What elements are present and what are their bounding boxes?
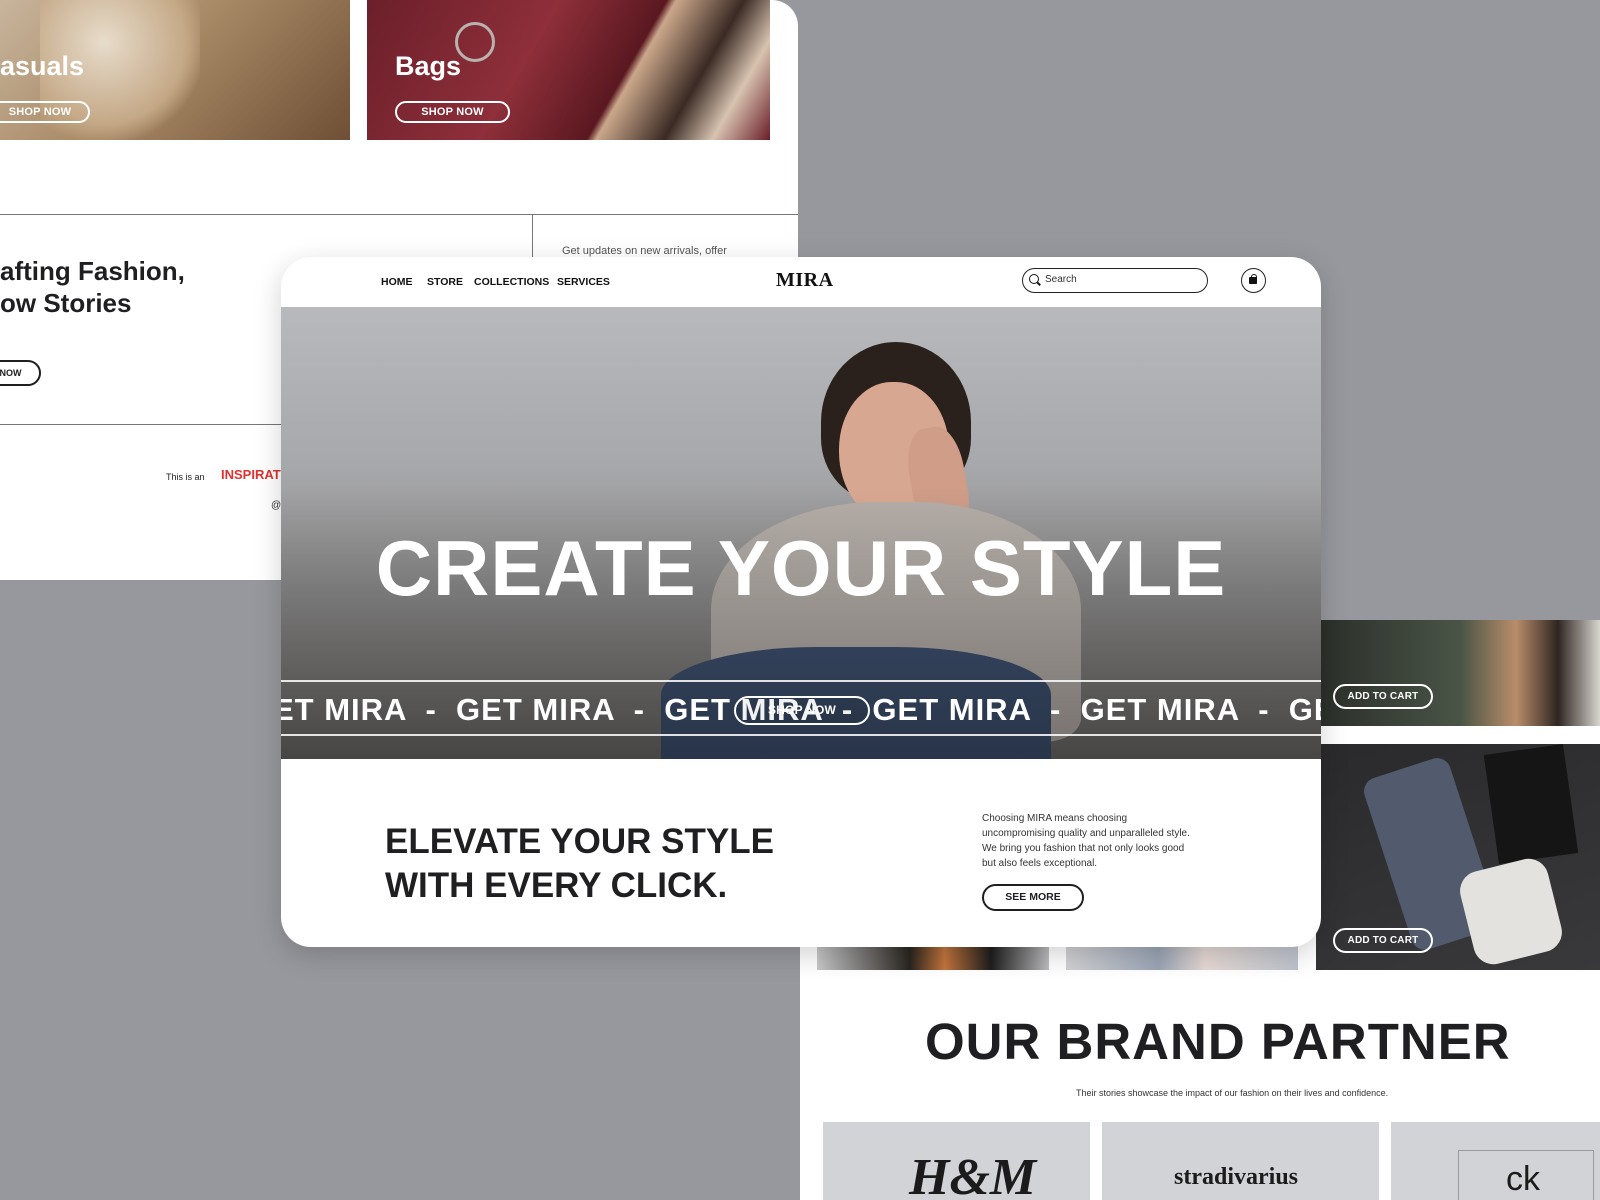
story-shop-button[interactable]: NOW bbox=[0, 360, 41, 386]
brand-logo[interactable]: MIRA bbox=[776, 269, 834, 292]
shop-now-button[interactable]: SHOP NOW bbox=[0, 101, 90, 123]
nav-services[interactable]: SERVICES bbox=[557, 276, 610, 288]
category-tile-casuals[interactable]: asuals SHOP NOW bbox=[0, 0, 350, 140]
shop-now-button[interactable]: SHOP NOW bbox=[395, 101, 510, 123]
footer-highlight: INSPIRAT bbox=[221, 467, 281, 482]
story-heading: afting Fashion, ow Stories bbox=[0, 256, 185, 318]
nav-home[interactable]: HOME bbox=[381, 276, 413, 288]
search-placeholder: Search bbox=[1045, 274, 1077, 285]
footer-prefix: This is an bbox=[166, 472, 205, 482]
brand-logo-ck[interactable]: ck bbox=[1391, 1122, 1600, 1200]
cart-button[interactable] bbox=[1241, 268, 1266, 293]
shopping-bag-handle bbox=[1251, 274, 1257, 279]
add-to-cart-button[interactable]: ADD TO CART bbox=[1333, 928, 1433, 953]
search-input[interactable]: Search bbox=[1022, 268, 1208, 293]
see-more-button[interactable]: SEE MORE bbox=[982, 884, 1084, 911]
main-page-preview: HOME STORE COLLECTIONS SERVICES MIRA Sea… bbox=[281, 257, 1321, 947]
newsletter-text: Get updates on new arrivals, offer bbox=[562, 245, 727, 257]
brand-partner-subtitle: Their stories showcase the impact of our… bbox=[1076, 1088, 1389, 1098]
product-tile[interactable]: ADD TO CART bbox=[1316, 743, 1600, 970]
brand-logo-hm[interactable]: H&M bbox=[823, 1122, 1090, 1200]
hero-title: CREATE YOUR STYLE bbox=[375, 524, 1227, 612]
add-to-cart-button[interactable]: ADD TO CART bbox=[1333, 684, 1433, 709]
brand-logo-stradivarius[interactable]: stradivarius bbox=[1102, 1122, 1379, 1200]
tagline-heading: ELEVATE YOUR STYLE WITH EVERY CLICK. bbox=[385, 822, 774, 905]
nav-collections[interactable]: COLLECTIONS bbox=[474, 276, 549, 288]
section-divider bbox=[0, 214, 798, 215]
category-title: asuals bbox=[0, 51, 85, 81]
category-tile-bags[interactable]: Bags SHOP NOW bbox=[367, 0, 770, 140]
search-icon-handle bbox=[1037, 281, 1041, 286]
footer-symbol: @ bbox=[271, 500, 282, 511]
shirt-photo bbox=[1483, 743, 1579, 865]
hero-shop-now-button[interactable]: SHOP NOW bbox=[734, 696, 870, 725]
nav-store[interactable]: STORE bbox=[427, 276, 463, 288]
product-tile[interactable]: ADD TO CART bbox=[1320, 620, 1600, 726]
brand-description: Choosing MIRA means choosing uncompromis… bbox=[982, 813, 1190, 869]
sneakers-photo bbox=[1455, 854, 1567, 969]
category-title: Bags bbox=[395, 51, 462, 81]
hero-banner: CREATE YOUR STYLE ET MIRA - GET MIRA - G… bbox=[281, 307, 1321, 759]
brand-partner-title: OUR BRAND PARTNER bbox=[925, 1013, 1511, 1070]
